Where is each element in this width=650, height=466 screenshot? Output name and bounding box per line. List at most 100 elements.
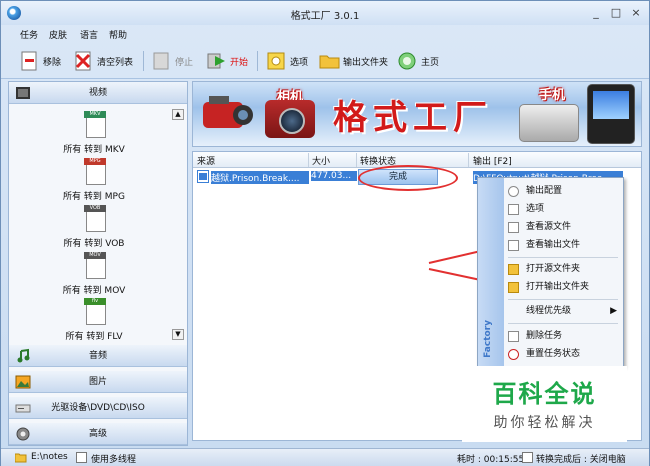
category-advanced[interactable]: 高级: [9, 423, 187, 445]
output-folder-label: 输出文件夹: [343, 57, 389, 68]
clear-list-button[interactable]: 清空列表: [73, 50, 133, 72]
folder-icon: [319, 51, 340, 71]
watermark-subtitle: 助你轻松解决: [493, 415, 596, 431]
mov-file-icon: MOV: [84, 252, 106, 279]
menu-output-config[interactable]: 输出配置: [504, 183, 623, 200]
pda-icon: [587, 84, 635, 144]
format-label: 所有 转到 MOV: [62, 286, 126, 296]
multithread-label: 使用多线程: [91, 455, 137, 465]
menu-reset-task-status[interactable]: 重置任务状态: [504, 346, 623, 363]
options-icon: [508, 204, 519, 215]
category-rom-label: 光驱设备\DVD\CD\ISO: [51, 403, 145, 413]
format-label: 所有 转到 VOB: [63, 239, 125, 249]
stop-icon: [151, 51, 171, 71]
minimize-button[interactable]: _: [587, 5, 605, 21]
menu-task[interactable]: 任务: [20, 28, 38, 41]
menu-options[interactable]: 选项: [504, 201, 623, 218]
menu-skin[interactable]: 皮肤: [49, 28, 67, 41]
output-folder-button[interactable]: 输出文件夹: [319, 50, 388, 72]
category-audio[interactable]: 音频: [9, 345, 187, 367]
format-label: 所有 转到 MPG: [63, 192, 125, 202]
flv-file-icon: flv: [84, 298, 106, 325]
config-icon: [508, 186, 519, 197]
vob-file-icon: VOB: [84, 205, 106, 232]
close-button[interactable]: ×: [627, 5, 645, 21]
start-button[interactable]: 开始: [206, 50, 248, 72]
home-button[interactable]: 主页: [397, 50, 439, 72]
music-note-icon: [15, 348, 31, 364]
banner-phone-label: 手机: [539, 88, 566, 103]
category-rom[interactable]: 光驱设备\DVD\CD\ISO: [9, 397, 187, 419]
home-globe-icon: [397, 51, 417, 71]
column-output[interactable]: 输出 [F2]: [473, 154, 512, 167]
disc-drive-icon: [15, 400, 31, 416]
elapsed-time: 耗时 : 00:15:55: [457, 455, 525, 465]
multithread-checkbox[interactable]: [76, 452, 87, 463]
menu-bar: 任务 皮肤 语言 帮助: [1, 25, 649, 43]
toolbar-separator: [257, 51, 258, 71]
toolbar: 移除 清空列表 停止 开始 选项 输出文件夹 主页: [1, 43, 649, 79]
picture-icon: [15, 374, 31, 390]
file-icon: [508, 222, 519, 233]
options-gear-icon: [266, 51, 286, 71]
remove-button[interactable]: 移除: [19, 50, 61, 72]
sidebar: 视频 ▲ MKV 所有 转到 MKV MPG 所有 转到 MPG VOB 所有 …: [8, 81, 188, 446]
watermark-title: 百科全说: [492, 380, 597, 408]
format-mpg-item[interactable]: MPG 所有 转到 MPG: [9, 158, 179, 205]
annotation-oval: [358, 165, 458, 191]
stop-button[interactable]: 停止: [151, 50, 193, 72]
menu-open-source-folder[interactable]: 打开源文件夹: [504, 261, 623, 278]
delete-icon: [508, 331, 519, 342]
mkv-file-icon: MKV: [84, 111, 106, 138]
clear-icon: [73, 51, 93, 71]
menu-thread-priority[interactable]: 线程优先级 ▶: [504, 303, 623, 320]
start-label: 开始: [230, 57, 249, 68]
remove-icon: [19, 51, 39, 71]
stop-label: 停止: [175, 57, 194, 68]
scroll-down-button[interactable]: ▼: [172, 329, 184, 340]
mpg-file-icon: MPG: [84, 158, 106, 185]
after-conversion-label: 转换完成后 : 关闭电脑: [536, 455, 626, 465]
start-icon: [206, 51, 226, 71]
title-bar: 格式工厂 3.0.1 _ □ ×: [1, 1, 649, 25]
home-label: 主页: [421, 57, 440, 68]
file-icon: [508, 240, 519, 251]
menu-view-output-file[interactable]: 查看输出文件: [504, 237, 623, 254]
menu-view-source-file[interactable]: 查看源文件: [504, 219, 623, 236]
reset-icon: [508, 349, 519, 360]
options-button[interactable]: 选项: [266, 50, 308, 72]
banner-title: 格式工厂: [333, 98, 493, 138]
format-mkv-item[interactable]: MKV 所有 转到 MKV: [9, 111, 179, 158]
format-mov-item[interactable]: MOV 所有 转到 MOV: [9, 252, 179, 299]
category-image-label: 图片: [88, 377, 107, 387]
menu-delete-task[interactable]: 删除任务: [504, 328, 623, 345]
format-vob-item[interactable]: VOB 所有 转到 VOB: [9, 205, 179, 252]
window-title: 格式工厂 3.0.1: [290, 11, 360, 22]
category-audio-label: 音频: [88, 351, 107, 361]
category-video[interactable]: 视频: [9, 82, 187, 104]
category-image[interactable]: 图片: [9, 371, 187, 393]
menu-open-output-folder[interactable]: 打开输出文件夹: [504, 279, 623, 296]
menu-language[interactable]: 语言: [80, 28, 98, 41]
context-side-text: Factory: [483, 320, 493, 358]
menu-help[interactable]: 帮助: [109, 28, 127, 41]
format-label: 所有 转到 FLV: [65, 332, 123, 342]
camera-icon: [265, 100, 315, 138]
banner: 相机 格式工厂 手机: [192, 81, 642, 147]
after-conversion-checkbox[interactable]: [522, 452, 533, 463]
column-size[interactable]: 大小: [312, 154, 330, 167]
clear-list-label: 清空列表: [97, 57, 134, 68]
maximize-button[interactable]: □: [607, 5, 625, 21]
row-size: 477.03...: [311, 171, 357, 181]
category-video-label: 视频: [88, 88, 107, 98]
column-source[interactable]: 来源: [197, 154, 215, 167]
mobile-phone-icon: [519, 104, 579, 142]
format-label: 所有 转到 MKV: [63, 145, 125, 155]
category-advanced-label: 高级: [88, 429, 107, 439]
video-file-icon: [197, 170, 211, 184]
format-flv-item[interactable]: flv 所有 转到 FLV: [9, 298, 179, 345]
video-category-icon: [15, 85, 31, 101]
context-menu-sidebar: Factory: [478, 178, 504, 366]
status-path[interactable]: E:\notes: [31, 452, 68, 462]
app-window: 格式工厂 3.0.1 _ □ × 任务 皮肤 语言 帮助 移除 清空列表 停止 …: [0, 0, 650, 466]
